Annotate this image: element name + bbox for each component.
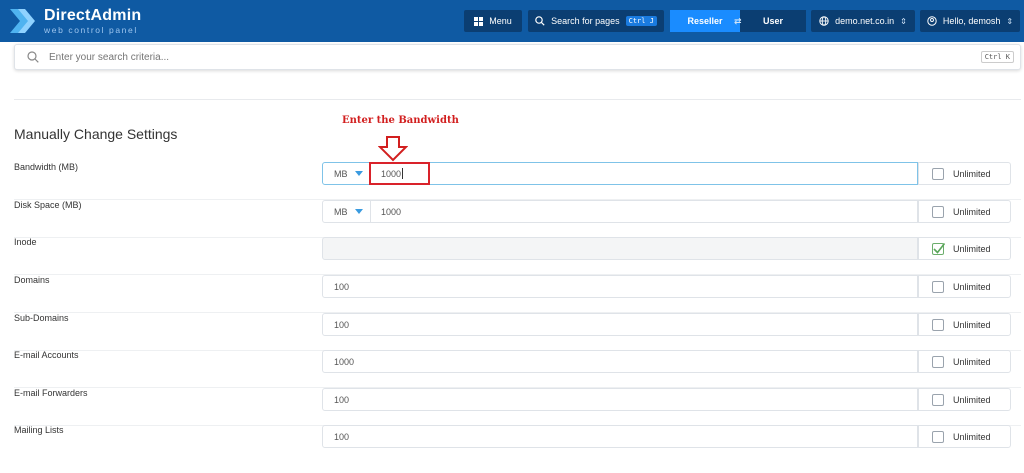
updown-chevron-icon: ⇕ <box>900 16 907 26</box>
unlimited-checkbox[interactable]: Unlimited <box>918 162 1011 185</box>
unlimited-checkbox[interactable]: Unlimited <box>918 425 1011 448</box>
role-user[interactable]: ⇄ User <box>734 10 806 32</box>
role-user-label: User <box>762 16 783 26</box>
checkmark-icon <box>933 242 946 254</box>
row-label: Disk Space (MB) <box>14 200 82 210</box>
globe-icon <box>819 16 829 26</box>
grid-icon <box>474 16 484 26</box>
top-navbar: DirectAdmin web control panel Menu Searc… <box>0 0 1024 42</box>
annotation-text: Enter the Bandwidth <box>342 115 459 126</box>
unlimited-checkbox[interactable]: Unlimited <box>918 313 1011 336</box>
checkbox-box[interactable] <box>932 205 944 218</box>
field-value: 1000 <box>381 206 402 217</box>
setting-row-domains: Domains 100 Unlimited <box>0 275 1024 313</box>
field-value: 100 <box>334 431 350 442</box>
logo-subtitle: web control panel <box>44 24 138 35</box>
unit-label: MB <box>334 206 348 217</box>
inode-input[interactable] <box>322 237 918 260</box>
unit-label: MB <box>334 168 348 179</box>
setting-row-bandwidth: Bandwidth (MB) MB 1000 Unlimited <box>0 162 1024 200</box>
logo-title: DirectAdmin <box>44 6 142 24</box>
checkbox-box[interactable] <box>932 280 944 293</box>
unlimited-label: Unlimited <box>953 281 991 292</box>
row-label: E-mail Forwarders <box>14 388 88 398</box>
search-icon <box>535 16 545 26</box>
field-value: 1000 <box>334 356 355 367</box>
domain-selector[interactable]: demo.net.co.in ⇕ <box>811 10 915 32</box>
user-circle-icon <box>927 16 937 26</box>
unlimited-label: Unlimited <box>953 356 991 367</box>
domains-input[interactable]: 100 <box>322 275 918 298</box>
row-label: Domains <box>14 275 50 285</box>
unlimited-label: Unlimited <box>953 431 991 442</box>
domain-label: demo.net.co.in <box>835 16 895 26</box>
unlimited-checkbox[interactable]: Unlimited <box>918 275 1011 298</box>
menu-button[interactable]: Menu <box>464 10 522 32</box>
unlimited-checkbox[interactable]: Unlimited <box>918 350 1011 373</box>
checkbox-box[interactable] <box>932 393 944 406</box>
setting-row-inode: Inode Unlimited <box>0 237 1024 275</box>
setting-row-mailing-lists: Mailing Lists 100 Unlimited <box>0 425 1024 463</box>
search-input-shortcut: Ctrl K <box>980 51 1014 63</box>
row-label: Mailing Lists <box>14 425 64 435</box>
field-value: 100 <box>334 319 350 330</box>
unlimited-label: Unlimited <box>953 394 991 405</box>
page-title: Manually Change Settings <box>14 126 178 142</box>
highlight-box <box>369 162 430 185</box>
unit-select[interactable]: MB <box>323 201 371 222</box>
setting-row-email-forwarders: E-mail Forwarders 100 Unlimited <box>0 388 1024 426</box>
swap-icon: ⇄ <box>734 15 742 26</box>
email-accounts-input[interactable]: 1000 <box>322 350 918 373</box>
checkbox-box[interactable] <box>932 355 944 368</box>
unlimited-label: Unlimited <box>953 243 991 254</box>
unlimited-label: Unlimited <box>953 206 991 217</box>
unlimited-checkbox[interactable]: Unlimited <box>918 200 1011 223</box>
unlimited-checkbox[interactable]: Unlimited <box>918 388 1011 411</box>
unlimited-label: Unlimited <box>953 168 991 179</box>
row-label: E-mail Accounts <box>14 350 79 360</box>
setting-row-email-accounts: E-mail Accounts 1000 Unlimited <box>0 350 1024 388</box>
unlimited-checkbox[interactable]: Unlimited <box>918 237 1011 260</box>
checkbox-box[interactable] <box>932 167 944 180</box>
checkbox-box[interactable] <box>932 318 944 331</box>
user-menu[interactable]: Hello, demosh ⇕ <box>920 10 1020 32</box>
arrow-down-icon <box>378 136 408 162</box>
disk-space-input[interactable]: MB 1000 <box>322 200 918 223</box>
field-value: 100 <box>334 281 350 292</box>
row-label: Bandwidth (MB) <box>14 162 79 172</box>
search-pages-label: Search for pages <box>551 16 620 26</box>
field-value: 100 <box>334 394 350 405</box>
role-toggle[interactable]: Reseller ⇄ User <box>670 10 806 32</box>
setting-row-disk-space: Disk Space (MB) MB 1000 Unlimited <box>0 200 1024 238</box>
menu-label: Menu <box>489 16 512 26</box>
greeting-label: Hello, demosh <box>942 16 1001 26</box>
logo[interactable]: DirectAdmin web control panel <box>8 6 141 36</box>
updown-chevron-icon: ⇕ <box>1006 16 1014 26</box>
search-bar: Ctrl K <box>14 44 1021 70</box>
setting-row-sub-domains: Sub-Domains 100 Unlimited <box>0 313 1024 351</box>
logo-chevron-icon <box>8 6 38 36</box>
checkbox-box[interactable] <box>932 430 944 443</box>
email-forwarders-input[interactable]: 100 <box>322 388 918 411</box>
unit-select[interactable]: MB <box>323 163 371 184</box>
mailing-lists-input[interactable]: 100 <box>322 425 918 448</box>
sub-domains-input[interactable]: 100 <box>322 313 918 336</box>
checkbox-box[interactable] <box>932 242 946 255</box>
search-pages-button[interactable]: Search for pages Ctrl J <box>528 10 664 32</box>
caret-down-icon <box>354 171 363 176</box>
role-reseller[interactable]: Reseller <box>670 10 740 32</box>
search-shortcut: Ctrl J <box>625 16 657 26</box>
search-input[interactable] <box>49 51 949 63</box>
unlimited-label: Unlimited <box>953 319 991 330</box>
row-label: Inode <box>14 237 37 247</box>
search-icon <box>27 51 39 63</box>
section-divider <box>14 99 1021 100</box>
caret-down-icon <box>354 209 363 214</box>
row-label: Sub-Domains <box>14 313 69 323</box>
